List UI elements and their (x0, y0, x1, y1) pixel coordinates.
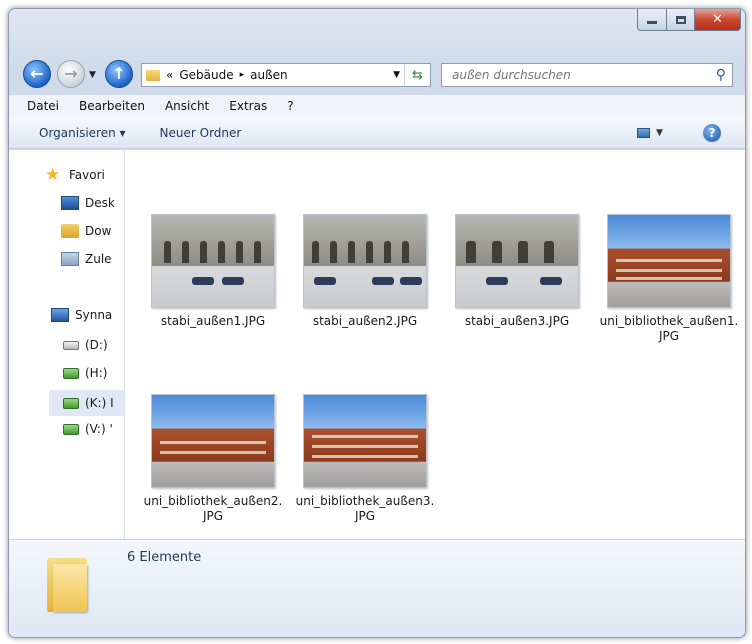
recent-places-icon (61, 252, 79, 266)
minimize-icon (647, 21, 657, 24)
file-item[interactable]: uni_bibliothek_außen1.JPG (594, 214, 744, 344)
explorer-body: ★ Favori Desk Dow Zule Synna (D:) (H:) (… (9, 150, 745, 539)
sidebar-item-desktop[interactable]: Desk (61, 196, 115, 210)
menu-help[interactable]: ? (287, 99, 293, 113)
sidebar-item-label: Zule (85, 252, 112, 266)
drive-icon (63, 340, 79, 350)
maximize-button[interactable] (667, 9, 695, 31)
file-name: uni_bibliothek_außen1.JPG (599, 314, 739, 343)
star-icon: ★ (45, 165, 61, 185)
sidebar-item-label: Desk (85, 196, 115, 210)
file-thumbnail (607, 214, 731, 308)
network-drive-icon (63, 367, 79, 379)
address-bar[interactable]: « Gebäude ▸ außen ▼ ⇆ (141, 63, 431, 87)
organize-button[interactable]: Organisieren ▾ (39, 126, 126, 140)
search-box[interactable]: ⚲ (441, 63, 733, 87)
up-button[interactable]: ↑ (105, 60, 133, 88)
sidebar-item-label: (K:) I (85, 396, 114, 410)
file-item[interactable]: stabi_außen2.JPG (290, 214, 440, 329)
breadcrumb-aussen[interactable]: außen (250, 68, 288, 82)
sidebar-item-label: Dow (85, 224, 112, 238)
sidebar-item-label: (V:) ' (85, 422, 113, 436)
up-arrow-icon: ↑ (112, 64, 126, 83)
new-folder-button[interactable]: Neuer Ordner (160, 126, 242, 140)
sidebar-item-label: Favori (69, 168, 105, 182)
folder-icon (47, 558, 103, 612)
item-count: 6 Elemente (127, 550, 202, 565)
network-icon (51, 308, 69, 322)
file-name: stabi_außen2.JPG (312, 314, 418, 328)
details-pane: 6 Elemente (9, 539, 745, 637)
view-icon (637, 128, 650, 138)
sidebar-item-label: Synna (75, 308, 113, 322)
file-item[interactable]: uni_bibliothek_außen2.JPG (138, 394, 288, 524)
breadcrumb-separator[interactable]: ▸ (240, 70, 245, 80)
network-drive-icon (63, 397, 79, 409)
file-thumbnail (455, 214, 579, 308)
sidebar-item-downloads[interactable]: Dow (61, 224, 111, 238)
breadcrumb-overflow[interactable]: « (166, 68, 173, 82)
sidebar-item-label: (D:) (85, 338, 108, 352)
sidebar-item-drive-k[interactable]: (K:) I (49, 390, 124, 416)
file-thumbnail (151, 394, 275, 488)
refresh-button[interactable]: ⇆ (404, 64, 430, 86)
file-item[interactable]: uni_bibliothek_außen3.JPG (290, 394, 440, 524)
back-button[interactable]: ← (23, 60, 51, 88)
navigation-bar: ← → ▼ ↑ « Gebäude ▸ außen ▼ ⇆ ⚲ (9, 55, 745, 93)
refresh-icon: ⇆ (412, 67, 423, 83)
file-name: uni_bibliothek_außen3.JPG (295, 494, 435, 523)
menu-ansicht[interactable]: Ansicht (165, 99, 209, 113)
caption-buttons: ✕ (637, 9, 741, 31)
file-item[interactable]: stabi_außen3.JPG (442, 214, 592, 329)
file-name: uni_bibliothek_außen2.JPG (143, 494, 283, 523)
file-name: stabi_außen1.JPG (160, 314, 266, 328)
close-button[interactable]: ✕ (695, 9, 741, 31)
maximize-icon (675, 15, 686, 24)
chevron-down-icon: ▼ (656, 128, 663, 138)
sidebar-item-drive-h[interactable]: (H:) (63, 366, 107, 380)
navigation-pane: ★ Favori Desk Dow Zule Synna (D:) (H:) (… (9, 150, 125, 539)
file-thumbnail (303, 214, 427, 308)
forward-button[interactable]: → (57, 60, 85, 88)
recent-pages-dropdown[interactable]: ▼ (89, 70, 96, 80)
menu-bearbeiten[interactable]: Bearbeiten (79, 99, 145, 113)
file-thumbnail (303, 394, 427, 488)
forward-arrow-icon: → (64, 64, 78, 83)
folder-icon (146, 69, 160, 81)
minimize-button[interactable] (637, 9, 667, 31)
sidebar-item-label: (H:) (85, 366, 108, 380)
sidebar-item-network[interactable]: Synna (51, 308, 112, 322)
address-dropdown[interactable]: ▼ (393, 70, 400, 80)
back-arrow-icon: ← (30, 64, 44, 83)
downloads-icon (61, 224, 79, 238)
sidebar-item-drive-v[interactable]: (V:) ' (63, 422, 113, 436)
menu-datei[interactable]: Datei (27, 99, 59, 113)
search-icon[interactable]: ⚲ (716, 67, 726, 83)
desktop-icon (61, 196, 79, 210)
command-bar: Organisieren ▾ Neuer Ordner ▼ ? (9, 117, 745, 149)
file-thumbnail (151, 214, 275, 308)
help-icon[interactable]: ? (703, 124, 721, 142)
search-input[interactable] (450, 67, 690, 83)
menu-extras[interactable]: Extras (229, 99, 267, 113)
change-view-button[interactable]: ▼ (637, 126, 663, 140)
file-list: stabi_außen1.JPG stabi_außen2.JPG stabi_… (126, 150, 745, 539)
menu-bar: Datei Bearbeiten Ansicht Extras ? (9, 95, 745, 117)
explorer-window: ✕ ← → ▼ ↑ « Gebäude ▸ außen ▼ ⇆ ⚲ Datei … (8, 8, 746, 638)
sidebar-item-drive-d[interactable]: (D:) (63, 338, 108, 352)
sidebar-item-recent[interactable]: Zule (61, 252, 112, 266)
network-drive-icon (63, 423, 79, 435)
file-item[interactable]: stabi_außen1.JPG (138, 214, 288, 329)
sidebar-item-favorites[interactable]: ★ Favori (45, 165, 105, 185)
close-icon: ✕ (712, 12, 723, 27)
file-name: stabi_außen3.JPG (464, 314, 570, 328)
breadcrumb-gebaeude[interactable]: Gebäude (179, 68, 233, 82)
